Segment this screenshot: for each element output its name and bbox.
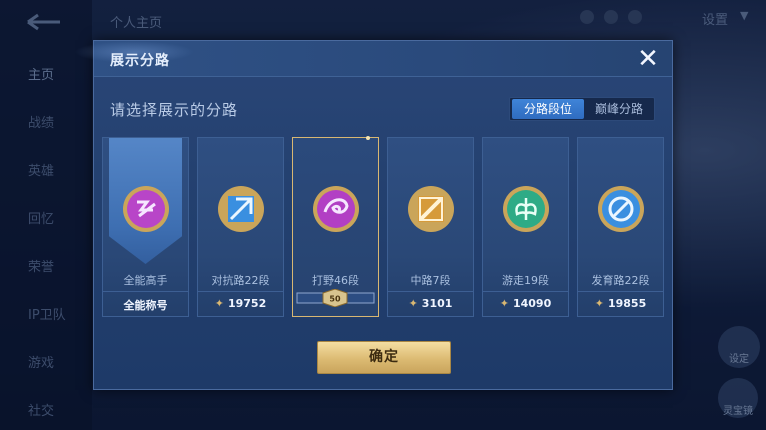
all-round-badge-icon bbox=[123, 186, 169, 232]
lane-card-all-round[interactable]: 全能高手 全能称号 bbox=[102, 137, 189, 317]
card-divider bbox=[578, 291, 663, 292]
card-name: 打野46段 bbox=[312, 274, 359, 287]
corner-sparkle bbox=[366, 136, 370, 140]
dialog-title: 展示分路 bbox=[110, 53, 170, 69]
tab-peak-lane[interactable]: 巅峰分路 bbox=[586, 99, 652, 119]
jungle-badge-icon bbox=[313, 186, 359, 232]
card-divider bbox=[388, 291, 473, 292]
card-divider bbox=[483, 291, 568, 292]
card-name: 全能高手 bbox=[123, 274, 168, 287]
star-level-text: 50 bbox=[329, 295, 341, 304]
rank-points-icon: ✦ bbox=[408, 297, 418, 310]
dialog-subtitle: 请选择展示的分路 bbox=[110, 101, 239, 119]
card-name: 游走19段 bbox=[502, 274, 549, 287]
card-score: ✦ 19855 bbox=[594, 297, 647, 310]
card-score: ✦ 14090 bbox=[499, 297, 552, 310]
lane-card-roam[interactable]: 游走19段 ✦ 14090 bbox=[482, 137, 569, 317]
card-divider bbox=[198, 291, 283, 292]
tab-lane-rank[interactable]: 分路段位 bbox=[512, 99, 584, 119]
rank-points-icon: ✦ bbox=[499, 297, 509, 310]
card-score: ✦ 3101 bbox=[408, 297, 453, 310]
segment-control: 分路段位 巅峰分路 bbox=[509, 97, 655, 121]
confirm-button[interactable]: 确定 bbox=[317, 341, 451, 374]
lane-card-mid[interactable]: 中路7段 ✦ 3101 bbox=[387, 137, 474, 317]
lane-card-clash[interactable]: 对抗路22段 ✦ 19752 bbox=[197, 137, 284, 317]
card-name: 发育路22段 bbox=[591, 274, 650, 287]
display-lane-dialog: 展示分路 ✕ 请选择展示的分路 分路段位 巅峰分路 全能高手 全能称号 对抗路2… bbox=[74, 40, 673, 390]
rank-points-icon: ✦ bbox=[594, 297, 604, 310]
card-score: ✦ 19752 bbox=[214, 297, 267, 310]
star-level-ribbon: 50 bbox=[296, 289, 375, 307]
clash-lane-badge-icon bbox=[218, 186, 264, 232]
mid-lane-badge-icon bbox=[408, 186, 454, 232]
roam-badge-icon bbox=[503, 186, 549, 232]
card-name: 对抗路22段 bbox=[211, 274, 270, 287]
lane-card-jungle[interactable]: 打野46段 50 bbox=[292, 136, 379, 317]
card-score: 全能称号 bbox=[123, 299, 168, 312]
lane-card-list: 全能高手 全能称号 对抗路22段 ✦ 19752 打野46段 50 中路7段 ✦… bbox=[102, 136, 666, 321]
dialog-header: 展示分路 ✕ bbox=[74, 41, 672, 77]
card-divider bbox=[103, 291, 188, 292]
close-icon[interactable]: ✕ bbox=[634, 45, 662, 73]
lane-card-farm[interactable]: 发育路22段 ✦ 19855 bbox=[577, 137, 664, 317]
card-name: 中路7段 bbox=[410, 274, 451, 287]
rank-points-icon: ✦ bbox=[214, 297, 224, 310]
farm-lane-badge-icon bbox=[598, 186, 644, 232]
